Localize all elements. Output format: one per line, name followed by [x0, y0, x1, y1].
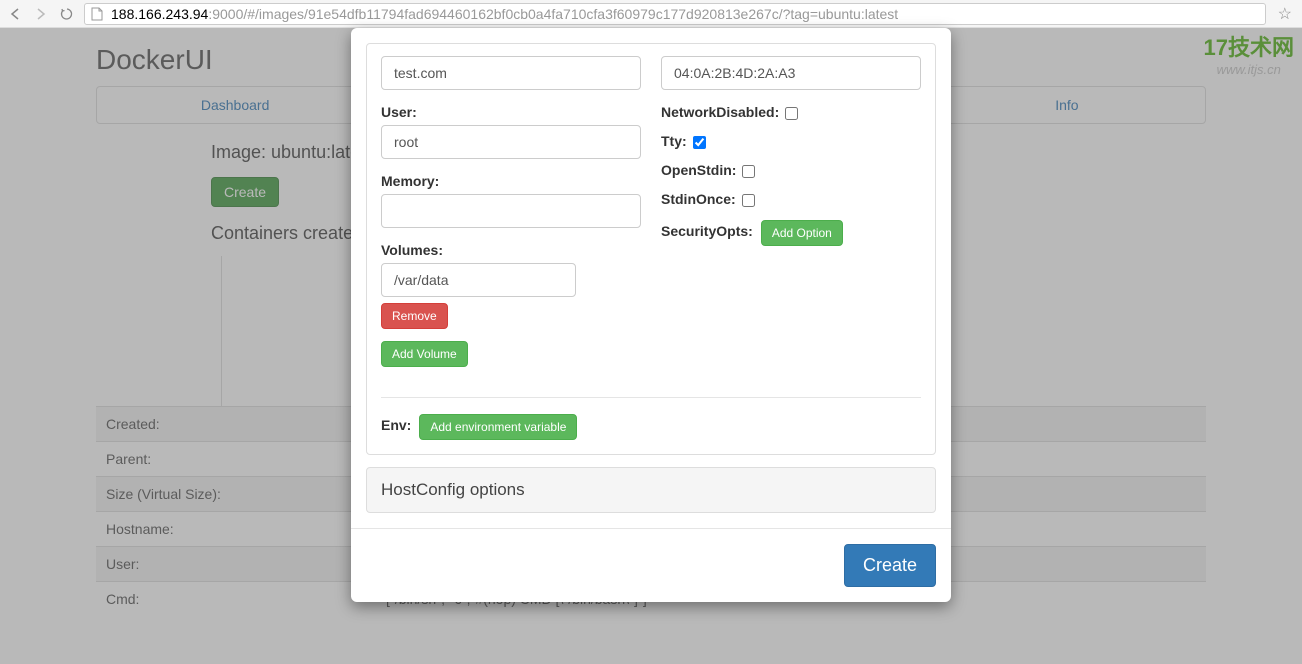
mac-address-input[interactable] [661, 56, 921, 90]
memory-input[interactable] [381, 194, 641, 228]
browser-toolbar: 188.166.243.94:9000/#/images/91e54dfb117… [0, 0, 1302, 28]
tty-label: Tty: [661, 133, 687, 149]
hostconfig-section-header[interactable]: HostConfig options [366, 467, 936, 513]
add-security-option-button[interactable]: Add Option [761, 220, 843, 246]
address-bar[interactable]: 188.166.243.94:9000/#/images/91e54dfb117… [84, 3, 1266, 25]
openstdin-checkbox[interactable] [742, 165, 755, 178]
env-label: Env: [381, 417, 411, 433]
memory-label: Memory: [381, 173, 439, 189]
reload-button[interactable] [58, 5, 76, 23]
remove-volume-button[interactable]: Remove [381, 303, 448, 329]
user-input[interactable] [381, 125, 641, 159]
stdinonce-checkbox[interactable] [742, 194, 755, 207]
volumes-label: Volumes: [381, 242, 443, 258]
user-label: User: [381, 104, 417, 120]
page-icon [91, 7, 105, 21]
create-container-modal: User: Memory: Volumes: Remove Add Volume [351, 28, 951, 602]
network-disabled-label: NetworkDisabled: [661, 104, 779, 120]
url-text: 188.166.243.94:9000/#/images/91e54dfb117… [111, 6, 898, 22]
modal-create-button[interactable]: Create [844, 544, 936, 587]
securityopts-label: SecurityOpts: [661, 223, 753, 239]
tty-checkbox[interactable] [693, 136, 706, 149]
forward-button[interactable] [32, 5, 50, 23]
back-button[interactable] [6, 5, 24, 23]
network-disabled-checkbox[interactable] [785, 107, 798, 120]
add-env-button[interactable]: Add environment variable [419, 414, 577, 440]
add-volume-button[interactable]: Add Volume [381, 341, 468, 367]
bookmark-star-icon[interactable]: ☆ [1274, 4, 1296, 24]
domain-input[interactable] [381, 56, 641, 90]
openstdin-label: OpenStdin: [661, 162, 736, 178]
stdinonce-label: StdinOnce: [661, 191, 736, 207]
volume-input[interactable] [381, 263, 576, 297]
